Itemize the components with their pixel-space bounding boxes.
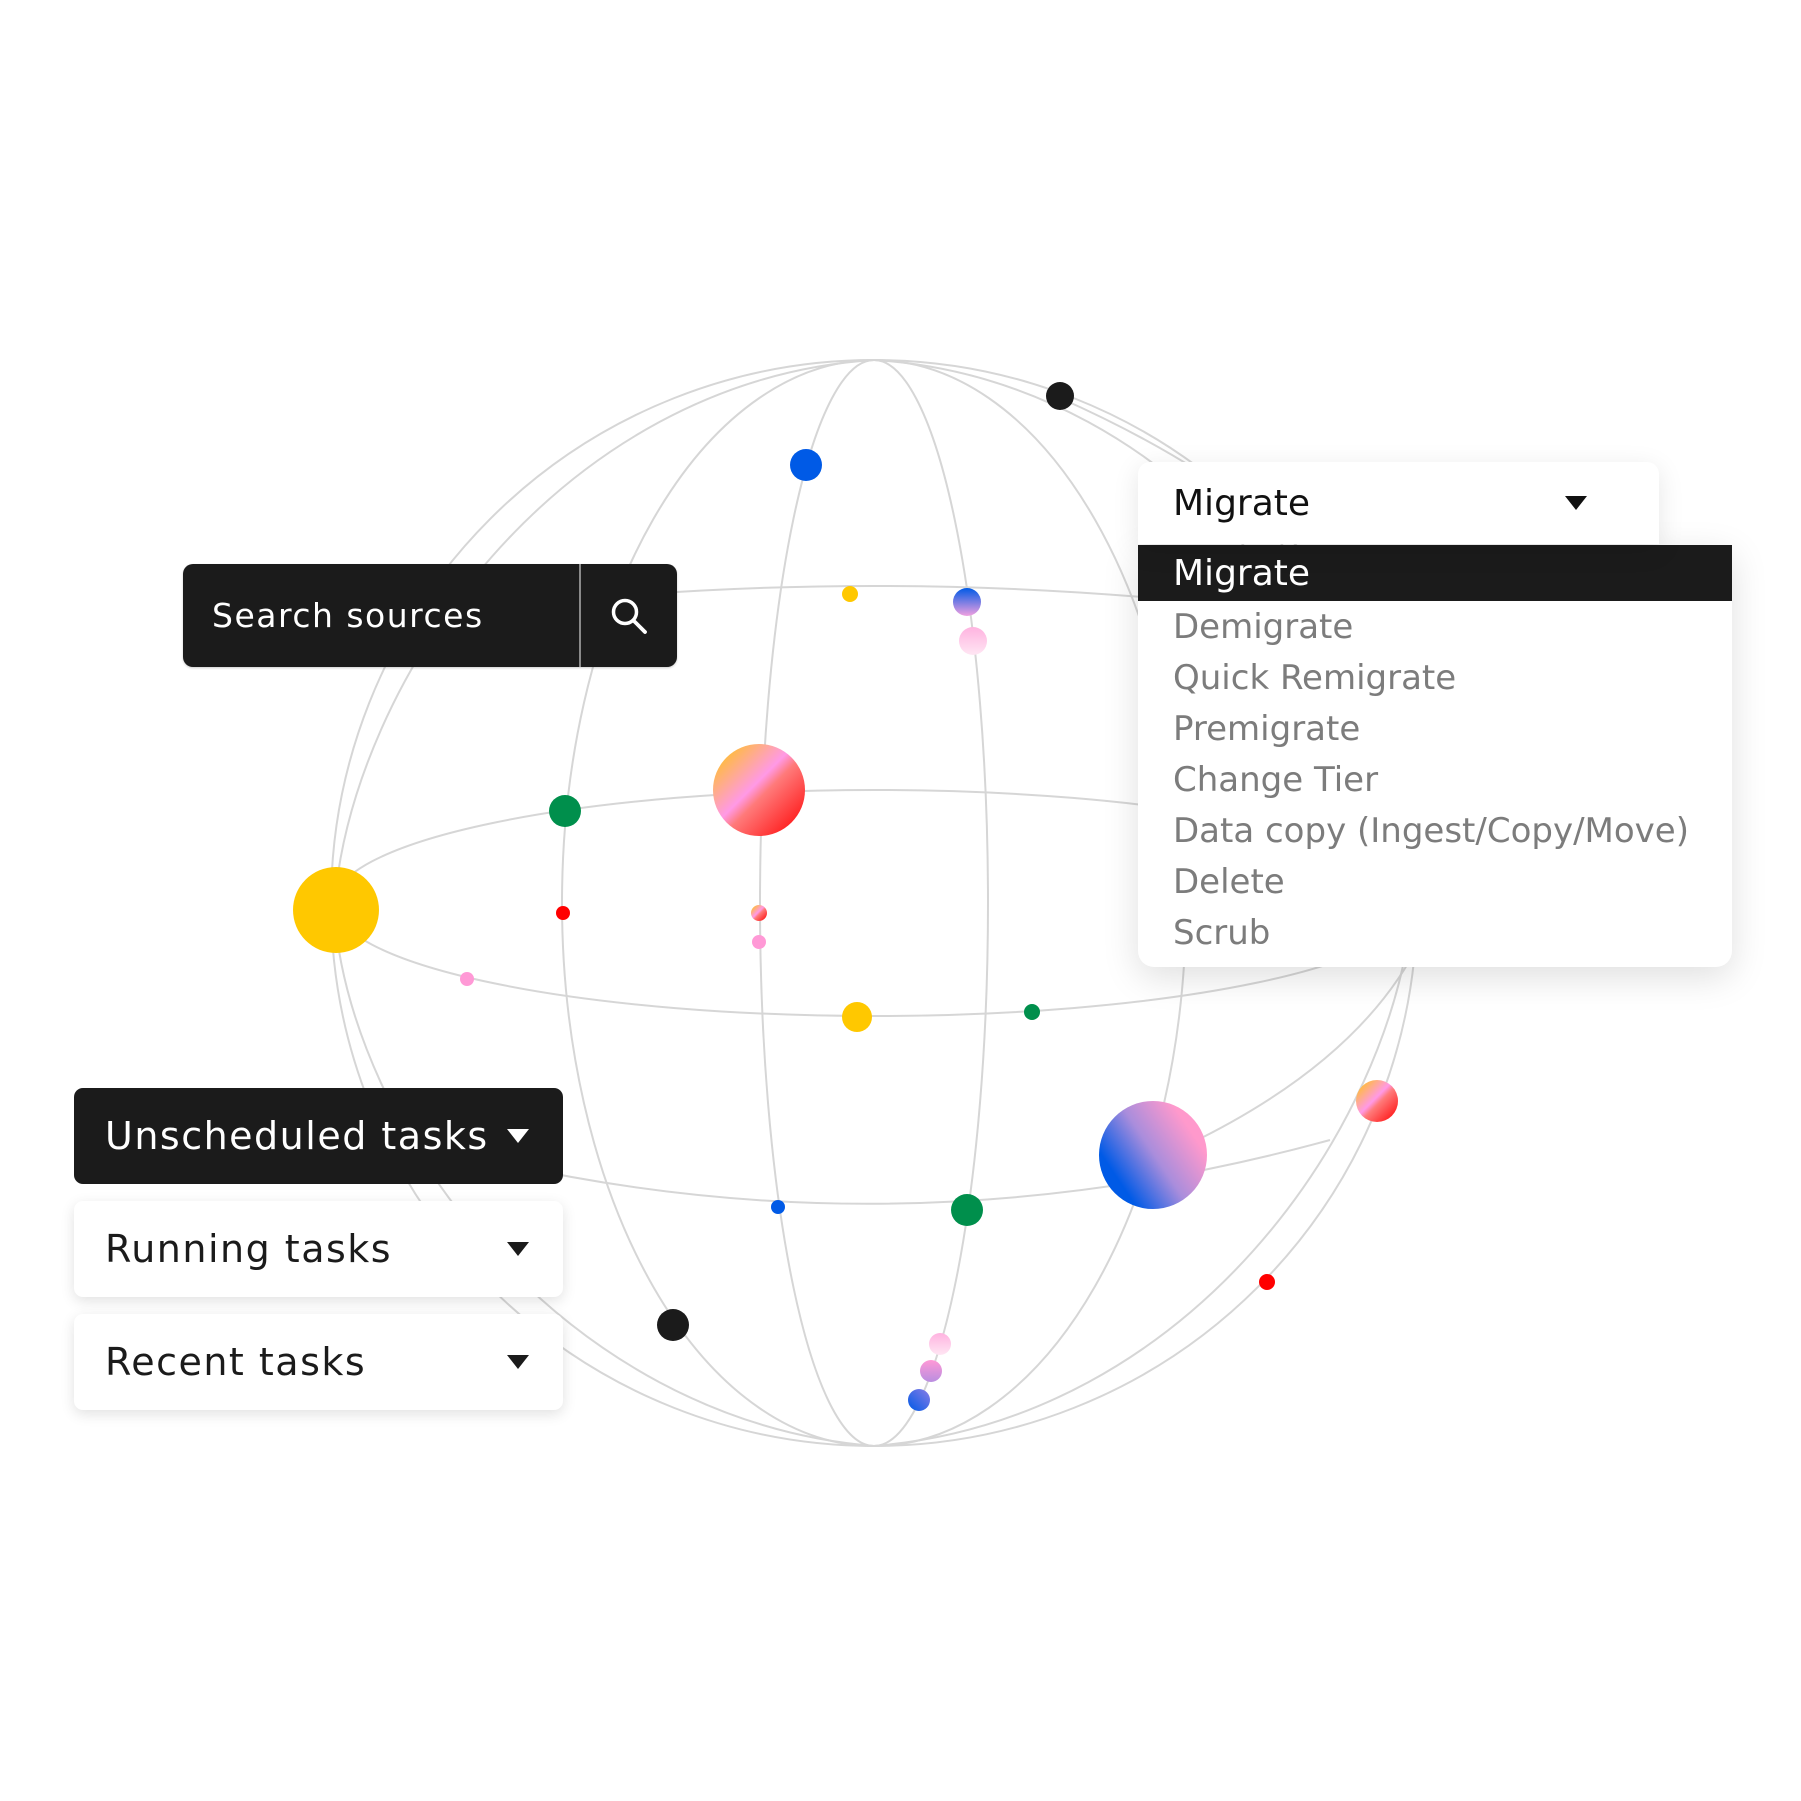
- node-red-bottom: [1259, 1274, 1275, 1290]
- dropdown-option[interactable]: Demigrate: [1138, 601, 1732, 652]
- node-pink-faint: [929, 1333, 951, 1355]
- globe-meridian: [561, 359, 1187, 1447]
- node-blue-top: [790, 449, 822, 481]
- node-sunset-right: [1356, 1080, 1398, 1122]
- node-blue-bottom: [908, 1389, 930, 1411]
- node-green-bottom: [951, 1194, 983, 1226]
- dropdown-option[interactable]: Premigrate: [1138, 703, 1732, 754]
- globe-meridian: [759, 359, 989, 1447]
- search-box[interactable]: Search sources: [183, 564, 677, 667]
- dropdown-option[interactable]: Scrub: [1138, 907, 1732, 958]
- caret-down-icon: [507, 1129, 529, 1143]
- node-green-left: [549, 795, 581, 827]
- node-red-small: [556, 906, 570, 920]
- action-options-list: Migrate Demigrate Quick Remigrate Premigrat…: [1138, 545, 1732, 958]
- dropdown-option[interactable]: Change Tier: [1138, 754, 1732, 805]
- node-pink-light: [959, 627, 987, 655]
- node-yellow-large: [293, 867, 379, 953]
- action-dropdown-value: Migrate: [1173, 482, 1311, 524]
- node-blue-small: [771, 1200, 785, 1214]
- dropdown-option[interactable]: Quick Remigrate: [1138, 652, 1732, 703]
- panel-unscheduled-tasks[interactable]: Unscheduled tasks: [74, 1088, 563, 1184]
- node-pink-violet: [920, 1360, 942, 1382]
- caret-down-icon: [507, 1242, 529, 1256]
- node-blue-violet-large: [1099, 1101, 1207, 1209]
- node-sunset-large: [713, 744, 805, 836]
- panel-label: Running tasks: [105, 1227, 393, 1271]
- panel-label: Unscheduled tasks: [105, 1114, 489, 1158]
- node-green-small: [1024, 1004, 1040, 1020]
- node-yellow-mid: [842, 1002, 872, 1032]
- search-icon: [611, 598, 647, 634]
- dropdown-option[interactable]: Data copy (Ingest/Copy/Move): [1138, 805, 1732, 856]
- node-sunset-tiny: [751, 905, 767, 921]
- node-black-bottom: [657, 1309, 689, 1341]
- dropdown-option[interactable]: Delete: [1138, 856, 1732, 907]
- action-dropdown-menu: Migrate Demigrate Quick Remigrate Premigrat…: [1138, 545, 1732, 967]
- caret-down-icon: [507, 1355, 529, 1369]
- search-button[interactable]: [581, 564, 677, 667]
- node-black-top: [1046, 382, 1074, 410]
- node-pink-small: [752, 935, 766, 949]
- node-blue-pink: [953, 588, 981, 616]
- search-input[interactable]: Search sources: [183, 564, 579, 667]
- panel-label: Recent tasks: [105, 1340, 367, 1384]
- panel-running-tasks[interactable]: Running tasks: [74, 1201, 563, 1297]
- node-yellow-small: [842, 586, 858, 602]
- action-dropdown[interactable]: Migrate: [1138, 462, 1659, 544]
- search-placeholder: Search sources: [212, 596, 484, 635]
- panel-recent-tasks[interactable]: Recent tasks: [74, 1314, 563, 1410]
- dropdown-option[interactable]: Migrate: [1138, 545, 1732, 601]
- node-pink-equator: [460, 972, 474, 986]
- caret-down-icon: [1565, 496, 1587, 510]
